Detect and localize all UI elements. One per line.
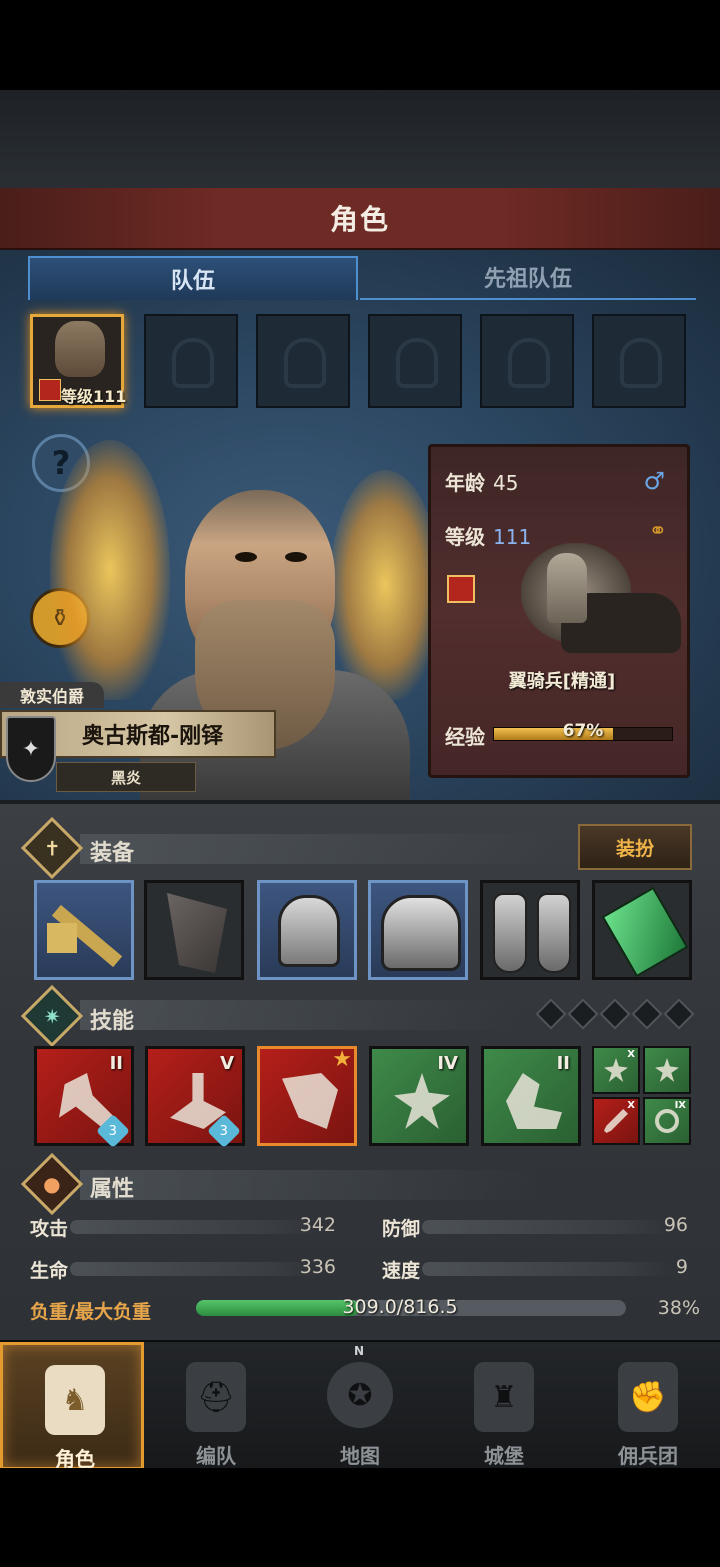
- party-slot-4[interactable]: [368, 314, 462, 408]
- hero-info-banner: 年龄 45 ♂ 等级 111 ⚭ 翼骑兵[精通] 经验 67%: [428, 444, 690, 778]
- skill-slot-4[interactable]: IV: [369, 1046, 469, 1146]
- unit-badge-icon: [39, 379, 61, 401]
- speed-value: 9: [675, 1256, 688, 1278]
- age-value: 45: [493, 471, 519, 495]
- equip-slot-helmet[interactable]: [257, 880, 357, 980]
- nav-map[interactable]: ✪ 地图: [288, 1342, 432, 1470]
- title-bar: 角色: [0, 188, 720, 250]
- defense-value: 96: [663, 1214, 688, 1236]
- top-band: [0, 90, 720, 190]
- hero-trait[interactable]: 黑炎: [56, 762, 196, 792]
- tab-party[interactable]: 队伍: [28, 256, 358, 300]
- hp-value: 336: [299, 1256, 336, 1278]
- empty-helm-icon: [508, 338, 550, 388]
- hp-label: 生命: [30, 1260, 69, 1282]
- age-row: 年龄 45: [445, 467, 518, 496]
- skill-slot-2[interactable]: V 3: [145, 1046, 245, 1148]
- burst-icon: [655, 1058, 679, 1082]
- load-text: 309.0/816.5: [342, 1296, 458, 1318]
- greaves-icon: [493, 893, 527, 973]
- empty-helm-icon: [172, 338, 214, 388]
- empty-helm-icon: [396, 338, 438, 388]
- charge-banner-icon: [282, 1073, 338, 1129]
- stat-defense: 防御 96: [382, 1214, 692, 1240]
- passive-skill-3[interactable]: X: [592, 1097, 640, 1145]
- mercenary-fist-icon: ✊: [618, 1362, 678, 1432]
- banner-icon: [167, 893, 227, 973]
- black-flame-shield-icon: ✦: [6, 716, 56, 782]
- load-label: 负重/最大负重: [30, 1301, 151, 1323]
- equip-slot-boots[interactable]: [480, 880, 580, 980]
- unit-class[interactable]: 翼骑兵[精通]: [431, 667, 693, 693]
- sword-icon: [604, 1109, 628, 1133]
- stat-speed: 速度 9: [382, 1256, 692, 1282]
- party-slot-5[interactable]: [480, 314, 574, 408]
- crystal-burst-icon: [394, 1073, 450, 1129]
- load-percent: 38%: [657, 1297, 700, 1319]
- party-slot-level: 等级111: [61, 387, 127, 406]
- plate-armor-icon: [381, 895, 461, 971]
- great-helm-icon: [278, 895, 340, 967]
- party-slot-1[interactable]: 等级111: [30, 314, 127, 408]
- party-slot-2[interactable]: [144, 314, 238, 408]
- passive-skill-2[interactable]: [643, 1046, 691, 1094]
- skill-slot-5[interactable]: II: [481, 1046, 581, 1146]
- hero-avatar: [55, 321, 105, 377]
- compass-icon: ✪: [327, 1362, 393, 1428]
- stat-attack: 攻击 342: [30, 1214, 340, 1240]
- equip-slot-weapon[interactable]: [34, 880, 134, 980]
- passive-skill-1[interactable]: X: [592, 1046, 640, 1094]
- age-label: 年龄: [445, 471, 485, 495]
- status-area: [0, 0, 720, 90]
- page-title: 角色: [329, 203, 390, 236]
- bottom-bezel: [0, 1468, 720, 1567]
- compass-north-mark: N: [354, 1344, 365, 1358]
- skills-title: 技能: [90, 1009, 135, 1034]
- attack-value: 342: [299, 1214, 336, 1236]
- party-slot-6[interactable]: [592, 314, 686, 408]
- star-icon: ★: [332, 1047, 352, 1072]
- dress-up-button[interactable]: 装扮: [578, 824, 692, 870]
- crosshair-icon: [655, 1109, 679, 1133]
- skill-slot-1[interactable]: II 3: [34, 1046, 134, 1148]
- empty-helm-icon: [284, 338, 326, 388]
- unit-badge-icon: [447, 575, 475, 603]
- stat-hp: 生命 336: [30, 1256, 340, 1282]
- equip-slot-armor[interactable]: [368, 880, 468, 980]
- tab-ancestor-party[interactable]: 先祖队伍: [360, 256, 696, 300]
- level-label: 等级: [445, 525, 485, 549]
- attributes-title: 属性: [90, 1177, 135, 1202]
- crystal-shield-icon: [506, 1073, 562, 1129]
- nav-mercenaries[interactable]: ✊ 佣兵团: [576, 1342, 720, 1470]
- hero-name: 奥古斯都-刚铎: [82, 724, 224, 749]
- equip-slot-relic[interactable]: [592, 880, 692, 980]
- passive-skill-4[interactable]: IX: [643, 1097, 691, 1145]
- rings-icon[interactable]: ⚭: [649, 519, 667, 544]
- exp-label: 经验: [445, 725, 485, 749]
- attack-label: 攻击: [30, 1218, 69, 1240]
- helmet-icon: ⛑: [186, 1362, 246, 1432]
- skill-slot-3[interactable]: ★: [257, 1046, 357, 1146]
- noble-title: 敦实伯爵: [0, 682, 104, 708]
- emerald-relic-icon: [601, 886, 689, 978]
- nav-castle[interactable]: ♜ 城堡: [432, 1342, 576, 1470]
- castle-icon: ♜: [474, 1362, 534, 1432]
- nav-character[interactable]: ♞ 角色: [0, 1342, 144, 1471]
- exp-text: 67%: [562, 721, 604, 741]
- burst-icon: [604, 1058, 628, 1082]
- equipment-title: 装备: [90, 841, 135, 866]
- nav-formation[interactable]: ⛑ 编队: [144, 1342, 288, 1470]
- bottom-nav: ♞ 角色 ⛑ 编队 ✪ 地图 ♜ 城堡 ✊ 佣兵团: [0, 1340, 720, 1471]
- knight-icon: ♞: [45, 1365, 105, 1435]
- winged-hussar-figure: [491, 543, 691, 653]
- male-icon: ♂: [643, 467, 665, 495]
- speed-label: 速度: [382, 1260, 421, 1282]
- empty-helm-icon: [620, 338, 662, 388]
- defense-label: 防御: [382, 1218, 421, 1240]
- equip-slot-banner[interactable]: [144, 880, 244, 980]
- party-slot-3[interactable]: [256, 314, 350, 408]
